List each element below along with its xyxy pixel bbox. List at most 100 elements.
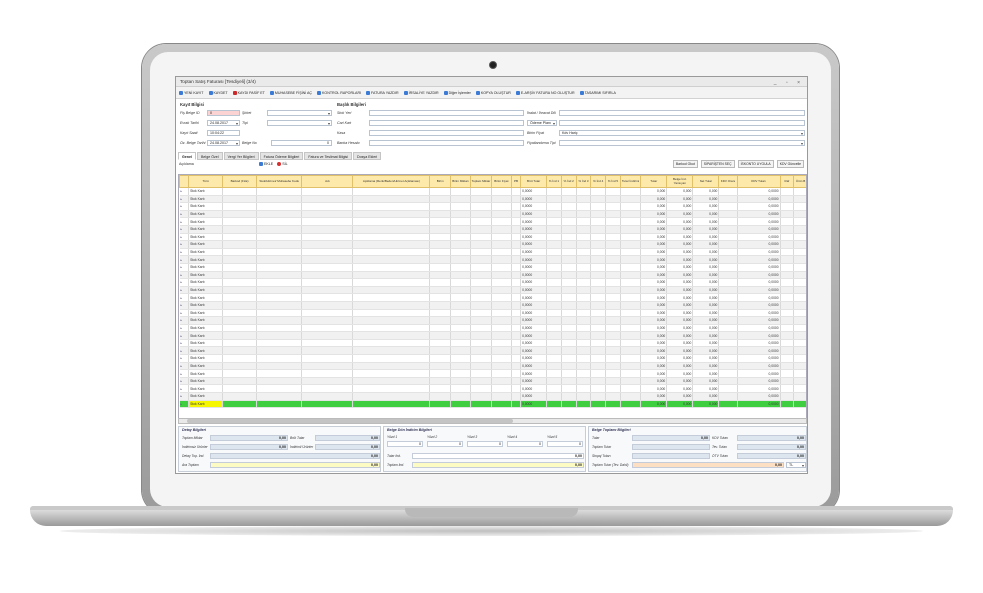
table-cell[interactable] [546, 369, 562, 378]
column-header[interactable]: Açıklama (Renk/Beden/Hizmet Açıklaması) [352, 175, 431, 188]
table-cell[interactable] [718, 346, 738, 356]
table-cell[interactable] [780, 225, 795, 234]
table-cell[interactable]: Stok Kartı [188, 233, 224, 242]
table-row[interactable]: ▸ Stok Kartı 0,0000 0,000 0,000 0,000 0,0000 [179, 233, 806, 242]
table-cell[interactable] [576, 346, 592, 356]
table-cell[interactable] [576, 309, 592, 318]
table-cell[interactable]: 0,0000 [520, 316, 548, 325]
table-cell[interactable] [491, 369, 513, 378]
table-cell[interactable] [429, 392, 451, 401]
toolbar-button-9[interactable]: E-ARŞİV FATURA NO OLUŞTUR [515, 90, 575, 95]
table-cell[interactable]: 0,000 [666, 286, 694, 295]
table-cell[interactable] [511, 240, 522, 249]
table-cell[interactable] [590, 400, 607, 409]
table-cell[interactable]: 0,000 [640, 187, 668, 196]
table-cell[interactable]: 0,000 [692, 331, 720, 340]
table-cell[interactable] [301, 400, 354, 409]
table-cell[interactable] [793, 271, 806, 280]
table-cell[interactable] [352, 346, 431, 356]
table-cell[interactable]: 0,000 [666, 400, 694, 409]
table-cell[interactable] [793, 369, 806, 378]
table-cell[interactable]: 0,000 [640, 331, 668, 340]
table-cell[interactable]: Stok Kartı [188, 217, 224, 226]
table-cell[interactable]: 0,0000 [520, 400, 548, 409]
table-cell[interactable] [470, 233, 492, 242]
table-cell[interactable] [301, 195, 354, 204]
table-cell[interactable] [793, 316, 806, 325]
table-row[interactable]: ▸ Stok Kartı 0,0000 0,000 0,000 0,000 0,0000 [179, 225, 806, 234]
table-cell[interactable] [780, 324, 795, 333]
table-cell[interactable] [718, 377, 738, 386]
table-cell[interactable] [256, 346, 303, 356]
table-cell[interactable] [561, 354, 577, 363]
table-cell[interactable] [222, 240, 258, 249]
table-row[interactable]: ▸ Stok Kartı 0,0000 0,000 0,000 0,000 0,0000 [179, 400, 806, 409]
table-cell[interactable] [620, 354, 642, 363]
table-cell[interactable] [301, 362, 354, 371]
table-cell[interactable] [301, 309, 354, 318]
belge-no-field[interactable]: 0 [271, 140, 332, 146]
table-cell[interactable] [718, 263, 738, 272]
table-cell[interactable]: 0,0000 [737, 240, 781, 249]
table-cell[interactable] [450, 377, 472, 386]
table-cell[interactable] [450, 301, 472, 310]
table-cell[interactable] [780, 339, 795, 348]
table-cell[interactable] [301, 377, 354, 386]
table-cell[interactable]: 0,0000 [737, 400, 781, 409]
table-cell[interactable] [780, 316, 795, 325]
table-cell[interactable] [352, 248, 431, 257]
table-cell[interactable]: 0,000 [640, 369, 668, 378]
table-cell[interactable]: 0,000 [666, 369, 694, 378]
table-cell[interactable] [590, 217, 607, 226]
table-cell[interactable] [793, 225, 806, 234]
table-cell[interactable] [301, 225, 354, 234]
table-cell[interactable] [429, 331, 451, 340]
table-cell[interactable] [256, 316, 303, 325]
table-cell[interactable] [450, 187, 472, 196]
table-cell[interactable] [491, 400, 513, 409]
table-cell[interactable] [450, 210, 472, 219]
table-cell[interactable] [546, 293, 562, 302]
table-cell[interactable] [470, 225, 492, 234]
table-row[interactable]: ▸ Stok Kartı 0,0000 0,000 0,000 0,000 0,0000 [179, 286, 806, 295]
table-cell[interactable]: 0,000 [666, 346, 694, 356]
table-cell[interactable] [605, 354, 621, 363]
table-cell[interactable]: 0,0000 [737, 331, 781, 340]
table-cell[interactable]: 0,000 [640, 339, 668, 348]
table-row[interactable]: ▸ Stok Kartı 0,0000 0,000 0,000 0,000 0,0000 [179, 187, 806, 196]
table-cell[interactable] [718, 255, 738, 264]
table-cell[interactable]: 0,000 [666, 362, 694, 371]
table-cell[interactable] [590, 233, 607, 242]
column-header[interactable]: KDV Oranı [718, 175, 738, 188]
table-cell[interactable] [793, 255, 806, 264]
table-cell[interactable]: Stok Kartı [188, 293, 224, 302]
table-cell[interactable] [718, 331, 738, 340]
table-cell[interactable] [605, 339, 621, 348]
table-cell[interactable]: 0,000 [640, 392, 668, 401]
table-cell[interactable] [718, 384, 738, 394]
table-cell[interactable] [546, 248, 562, 257]
table-cell[interactable] [780, 309, 795, 318]
table-cell[interactable]: 0,0000 [520, 225, 548, 234]
yuzde-field[interactable]: 0 [427, 441, 463, 447]
table-cell[interactable] [222, 384, 258, 394]
table-cell[interactable] [450, 278, 472, 287]
table-cell[interactable]: 0,000 [666, 248, 694, 257]
column-header[interactable]: Toplam Miktar [470, 175, 492, 188]
table-cell[interactable] [301, 217, 354, 226]
table-cell[interactable]: 0,000 [692, 286, 720, 295]
table-cell[interactable] [780, 293, 795, 302]
table-cell[interactable]: 0,0000 [520, 301, 548, 310]
table-cell[interactable] [256, 217, 303, 226]
table-cell[interactable] [590, 202, 607, 211]
table-cell[interactable] [561, 233, 577, 242]
table-cell[interactable] [561, 362, 577, 371]
table-row[interactable]: ▸ Stok Kartı 0,0000 0,000 0,000 0,000 0,0000 [179, 263, 806, 272]
table-cell[interactable]: Stok Kartı [188, 309, 224, 318]
table-cell[interactable] [222, 248, 258, 257]
column-header[interactable]: Birim [429, 175, 451, 188]
table-cell[interactable] [352, 278, 431, 287]
table-cell[interactable] [561, 339, 577, 348]
table-cell[interactable] [511, 202, 522, 211]
table-cell[interactable] [491, 271, 513, 280]
